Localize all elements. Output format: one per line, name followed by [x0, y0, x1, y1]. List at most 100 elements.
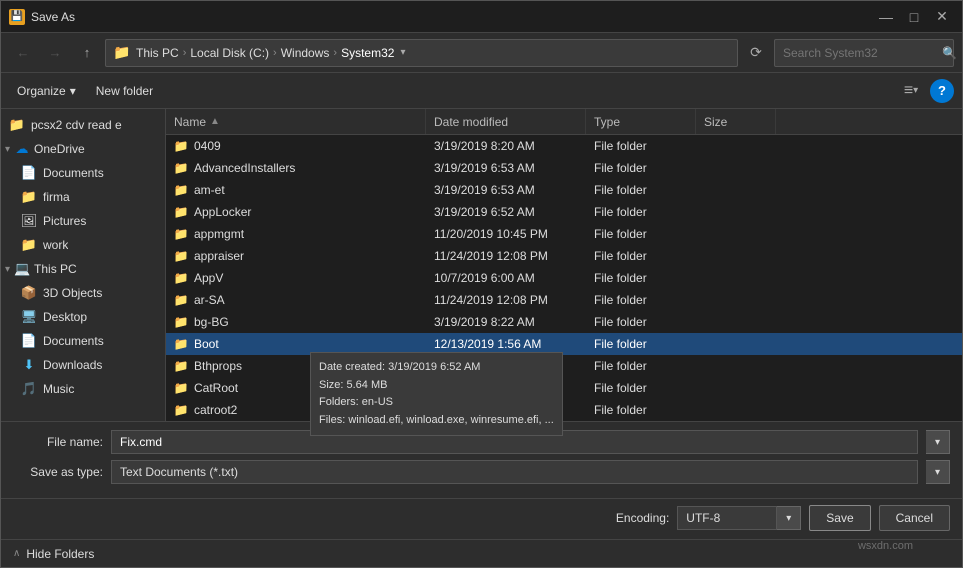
search-icon: 🔍	[942, 46, 957, 60]
table-row[interactable]: 📁ar-SA 11/24/2019 12:08 PM File folder	[166, 289, 962, 311]
dialog-title: Save As	[31, 10, 75, 24]
folder-icon: 📁	[21, 237, 37, 253]
folder-icon: 📁	[174, 381, 188, 395]
column-header-type[interactable]: Type	[586, 109, 696, 134]
sidebar-item-3dobjects[interactable]: 📦 3D Objects	[1, 281, 165, 305]
sidebar-item-firma[interactable]: 📁 firma	[1, 185, 165, 209]
sidebar-item-thispc[interactable]: ▾ 💻 This PC	[1, 257, 165, 281]
help-button[interactable]: ?	[930, 79, 954, 103]
pc-icon: 💻	[14, 261, 30, 277]
folder-icon: 📁	[174, 403, 188, 417]
folder-icon: 📁	[174, 139, 188, 153]
sidebar-item-work[interactable]: 📁 work	[1, 233, 165, 257]
save-type-dropdown[interactable]: ▾	[926, 460, 950, 484]
sidebar: 📁 pcsx2 cdv read e ▾ ☁ OneDrive 📄 Docume…	[1, 109, 166, 421]
table-row[interactable]: 📁am-et 3/19/2019 6:53 AM File folder	[166, 179, 962, 201]
table-row[interactable]: 📁bg-BG 3/19/2019 8:22 AM File folder	[166, 311, 962, 333]
toolbar: Organize ▾ New folder ≡ ▾ ?	[1, 73, 962, 109]
view-button[interactable]: ≡ ▾	[896, 77, 926, 105]
downloads-icon: ⬇	[21, 357, 37, 373]
forward-button[interactable]: →	[41, 39, 69, 67]
breadcrumb-system32: System32	[341, 46, 394, 60]
folder-icon: 📁	[9, 117, 25, 133]
save-type-row: Save as type: Text Documents (*.txt) ▾	[13, 460, 950, 484]
breadcrumb-folder-icon: 📁	[114, 45, 130, 61]
table-row[interactable]: 📁Bthprops 3/19/2019 6:53 AM File folder	[166, 355, 962, 377]
encoding-buttons-row: Encoding: UTF-8 ▾ Save Cancel	[1, 498, 962, 539]
folder-icon: 📁	[174, 161, 188, 175]
bottom-form: File name: ▾ Save as type: Text Document…	[1, 421, 962, 498]
table-row[interactable]: 📁0409 3/19/2019 8:20 AM File folder	[166, 135, 962, 157]
pictures-icon: 🖼	[21, 213, 37, 229]
breadcrumb-localdisk: Local Disk (C:)	[190, 46, 269, 60]
back-button[interactable]: ←	[9, 39, 37, 67]
save-button[interactable]: Save	[809, 505, 870, 531]
onedrive-icon: ☁	[14, 141, 30, 157]
docs-icon: 📄	[21, 165, 37, 181]
column-header-name[interactable]: Name ▲	[166, 109, 426, 134]
music-icon: 🎵	[21, 381, 37, 397]
sidebar-item-pcsx2[interactable]: 📁 pcsx2 cdv read e	[1, 113, 165, 137]
folder-icon: 📁	[174, 337, 188, 351]
column-header-size[interactable]: Size	[696, 109, 776, 134]
encoding-select[interactable]: UTF-8	[677, 506, 777, 530]
encoding-dropdown[interactable]: ▾	[777, 506, 801, 530]
sidebar-item-desktop[interactable]: 🖥 Desktop	[1, 305, 165, 329]
main-area: 📁 pcsx2 cdv read e ▾ ☁ OneDrive 📄 Docume…	[1, 109, 962, 421]
column-header-date[interactable]: Date modified	[426, 109, 586, 134]
table-row[interactable]: 📁CatRoot 1/7/2020 8:39 AM File folder	[166, 377, 962, 399]
table-row[interactable]: 📁appraiser 11/24/2019 12:08 PM File fold…	[166, 245, 962, 267]
folder-icon: 📁	[174, 315, 188, 329]
search-bar[interactable]: 🔍	[774, 39, 954, 67]
organize-button[interactable]: Organize ▾	[9, 80, 84, 102]
minimize-button[interactable]: —	[874, 7, 898, 27]
breadcrumb[interactable]: 📁 This PC › Local Disk (C:) › Windows › …	[105, 39, 738, 67]
file-area: Name ▲ Date modified Type Size	[166, 109, 962, 421]
file-name-label: File name:	[13, 435, 103, 449]
folder-icon: 📁	[174, 293, 188, 307]
encoding-select-wrapper: UTF-8 ▾	[677, 506, 801, 530]
encoding-label: Encoding:	[616, 511, 669, 525]
folder-icon: 📁	[21, 189, 37, 205]
desktop-icon: 🖥	[21, 309, 37, 325]
3d-icon: 📦	[21, 285, 37, 301]
table-row[interactable]: 📁AppLocker 3/19/2019 6:52 AM File folder	[166, 201, 962, 223]
dialog-icon: 💾	[9, 9, 25, 25]
maximize-button[interactable]: □	[902, 7, 926, 27]
save-as-dialog: 💾 Save As — □ ✕ ← → ↑ 📁 This PC ›	[0, 0, 963, 568]
sidebar-item-documents-pc[interactable]: 📄 Documents	[1, 329, 165, 353]
table-row[interactable]: 📁Boot 12/13/2019 1:56 AM File folder	[166, 333, 962, 355]
window-controls: — □ ✕	[874, 7, 954, 27]
sidebar-item-documents-od[interactable]: 📄 Documents	[1, 161, 165, 185]
file-name-row: File name: ▾	[13, 430, 950, 454]
sidebar-item-onedrive[interactable]: ▾ ☁ OneDrive	[1, 137, 165, 161]
refresh-button[interactable]: ⟳	[742, 39, 770, 67]
folder-icon: 📁	[174, 271, 188, 285]
table-row[interactable]: 📁catroot2 File folder	[166, 399, 962, 421]
save-type-label: Save as type:	[13, 465, 103, 479]
folder-icon: 📁	[174, 205, 188, 219]
folder-icon: 📁	[174, 249, 188, 263]
folder-icon: 📁	[174, 359, 188, 373]
search-input[interactable]	[783, 46, 938, 60]
sidebar-item-downloads[interactable]: ⬇ Downloads	[1, 353, 165, 377]
new-folder-button[interactable]: New folder	[88, 80, 161, 102]
file-list-header: Name ▲ Date modified Type Size	[166, 109, 962, 135]
folder-icon: 📁	[174, 183, 188, 197]
address-bar: ← → ↑ 📁 This PC › Local Disk (C:) › Wind…	[1, 33, 962, 73]
table-row[interactable]: 📁AdvancedInstallers 3/19/2019 6:53 AM Fi…	[166, 157, 962, 179]
file-name-input[interactable]	[111, 430, 918, 454]
save-type-select[interactable]: Text Documents (*.txt)	[111, 460, 918, 484]
sidebar-item-pictures[interactable]: 🖼 Pictures	[1, 209, 165, 233]
cancel-button[interactable]: Cancel	[879, 505, 950, 531]
table-row[interactable]: 📁AppV 10/7/2019 6:00 AM File folder	[166, 267, 962, 289]
title-bar: 💾 Save As — □ ✕	[1, 1, 962, 33]
folder-icon: 📁	[174, 227, 188, 241]
file-name-dropdown[interactable]: ▾	[926, 430, 950, 454]
file-list: 📁0409 3/19/2019 8:20 AM File folder 📁Adv…	[166, 135, 962, 421]
close-button[interactable]: ✕	[930, 7, 954, 27]
up-button[interactable]: ↑	[73, 39, 101, 67]
breadcrumb-thispc: This PC	[136, 46, 179, 60]
sidebar-item-music[interactable]: 🎵 Music	[1, 377, 165, 401]
table-row[interactable]: 📁appmgmt 11/20/2019 10:45 PM File folder	[166, 223, 962, 245]
